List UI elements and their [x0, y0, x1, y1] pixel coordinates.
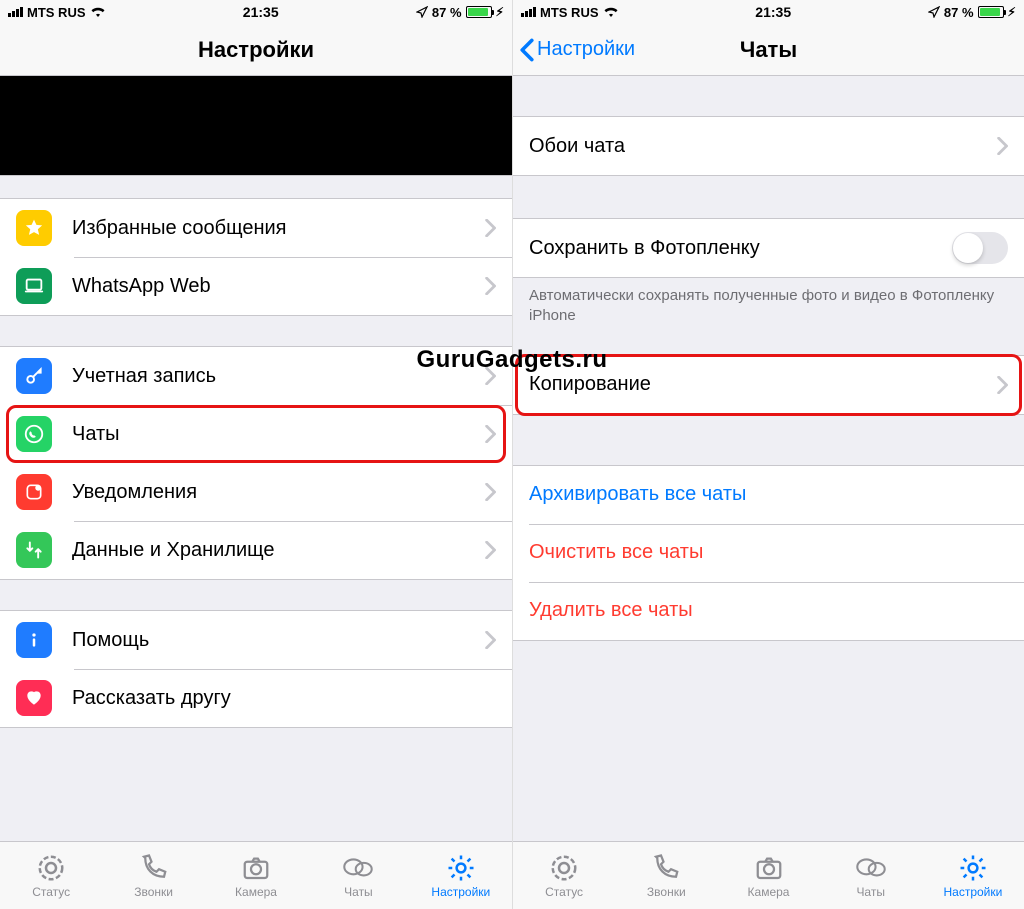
footnote-save-photos: Автоматически сохранять полученные фото … [513, 278, 1024, 327]
laptop-icon [16, 268, 52, 304]
tab-label: Настройки [431, 885, 490, 899]
row-delete-all[interactable]: Удалить все чаты [513, 582, 1024, 640]
row-tell-friend[interactable]: Рассказать другу [0, 669, 512, 727]
tab-calls[interactable]: Звонки [102, 842, 204, 909]
charging-icon: ⚡︎ [1008, 5, 1016, 19]
location-icon [928, 6, 940, 18]
row-data-storage[interactable]: Данные и Хранилище [0, 521, 512, 579]
tab-bar: Статус Звонки Камера Чаты Настройки [0, 841, 512, 909]
row-help[interactable]: Помощь [0, 611, 512, 669]
row-label: Копирование [529, 373, 996, 396]
tab-label: Камера [235, 885, 277, 899]
chevron-right-icon [484, 219, 496, 237]
tab-camera[interactable]: Камера [717, 842, 819, 909]
tab-label: Статус [545, 885, 583, 899]
profile-redacted[interactable] [0, 76, 512, 176]
tab-label: Чаты [344, 885, 373, 899]
battery-icon [978, 6, 1004, 18]
row-starred-messages[interactable]: Избранные сообщения [0, 199, 512, 257]
location-icon [416, 6, 428, 18]
chevron-right-icon [484, 425, 496, 443]
tab-label: Статус [32, 885, 70, 899]
row-wallpaper[interactable]: Обои чата [513, 117, 1024, 175]
row-label: Уведомления [72, 481, 484, 504]
chevron-right-icon [484, 483, 496, 501]
row-notifications[interactable]: Уведомления [0, 463, 512, 521]
chevron-right-icon [484, 541, 496, 559]
tab-calls[interactable]: Звонки [615, 842, 717, 909]
battery-percent: 87 % [944, 5, 974, 20]
battery-percent: 87 % [432, 5, 462, 20]
battery-icon [466, 6, 492, 18]
chevron-right-icon [996, 376, 1008, 394]
clock: 21:35 [755, 4, 791, 20]
signal-icon [521, 7, 536, 17]
info-icon [16, 622, 52, 658]
status-bar: MTS RUS 21:35 87 % ⚡︎ [513, 0, 1024, 24]
chevron-right-icon [484, 631, 496, 649]
tab-settings[interactable]: Настройки [410, 842, 512, 909]
row-archive-all[interactable]: Архивировать все чаты [513, 466, 1024, 524]
heart-icon [16, 680, 52, 716]
tab-chats[interactable]: Чаты [307, 842, 409, 909]
nav-back-label: Настройки [537, 38, 635, 61]
tab-status[interactable]: Статус [513, 842, 615, 909]
wifi-icon [90, 6, 106, 18]
row-label: Сохранить в Фотопленку [529, 237, 952, 260]
row-label: Архивировать все чаты [529, 483, 1008, 506]
clock: 21:35 [243, 4, 279, 20]
tab-label: Камера [748, 885, 790, 899]
chevron-right-icon [484, 277, 496, 295]
row-label: Обои чата [529, 135, 996, 158]
tab-label: Чаты [856, 885, 885, 899]
screenshot-left: MTS RUS 21:35 87 % ⚡︎ Настройки [0, 0, 512, 909]
notifications-icon [16, 474, 52, 510]
row-whatsapp-web[interactable]: WhatsApp Web [0, 257, 512, 315]
signal-icon [8, 7, 23, 17]
tab-settings[interactable]: Настройки [922, 842, 1024, 909]
tab-label: Настройки [943, 885, 1002, 899]
data-icon [16, 532, 52, 568]
row-save-camera-roll[interactable]: Сохранить в Фотопленку [513, 219, 1024, 277]
key-icon [16, 358, 52, 394]
row-label: Чаты [72, 423, 484, 446]
charging-icon: ⚡︎ [496, 5, 504, 19]
nav-bar: Настройки Чаты [513, 24, 1024, 76]
whatsapp-icon [16, 416, 52, 452]
row-label: Рассказать другу [72, 687, 496, 710]
tab-status[interactable]: Статус [0, 842, 102, 909]
row-label: Очистить все чаты [529, 541, 1008, 564]
nav-back-button[interactable]: Настройки [519, 38, 635, 62]
carrier-label: MTS RUS [27, 5, 86, 20]
chevron-right-icon [996, 137, 1008, 155]
tab-label: Звонки [134, 885, 173, 899]
tab-camera[interactable]: Камера [205, 842, 307, 909]
status-bar: MTS RUS 21:35 87 % ⚡︎ [0, 0, 512, 24]
nav-bar: Настройки [0, 24, 512, 76]
page-title: Чаты [740, 37, 797, 63]
wifi-icon [603, 6, 619, 18]
watermark-text: GuruGadgets.ru [416, 346, 607, 374]
row-label: Помощь [72, 629, 484, 652]
toggle-save-photos[interactable] [952, 232, 1008, 264]
row-clear-all[interactable]: Очистить все чаты [513, 524, 1024, 582]
carrier-label: MTS RUS [540, 5, 599, 20]
row-label: Удалить все чаты [529, 599, 1008, 622]
row-label: Данные и Хранилище [72, 539, 484, 562]
row-chats[interactable]: Чаты [0, 405, 512, 463]
tab-label: Звонки [647, 885, 686, 899]
row-label: Избранные сообщения [72, 217, 484, 240]
page-title: Настройки [198, 37, 314, 63]
row-label: WhatsApp Web [72, 275, 484, 298]
tab-chats[interactable]: Чаты [820, 842, 922, 909]
star-icon [16, 210, 52, 246]
tab-bar: Статус Звонки Камера Чаты Настройки [513, 841, 1024, 909]
screenshot-right: MTS RUS 21:35 87 % ⚡︎ Настройки Чаты [512, 0, 1024, 909]
